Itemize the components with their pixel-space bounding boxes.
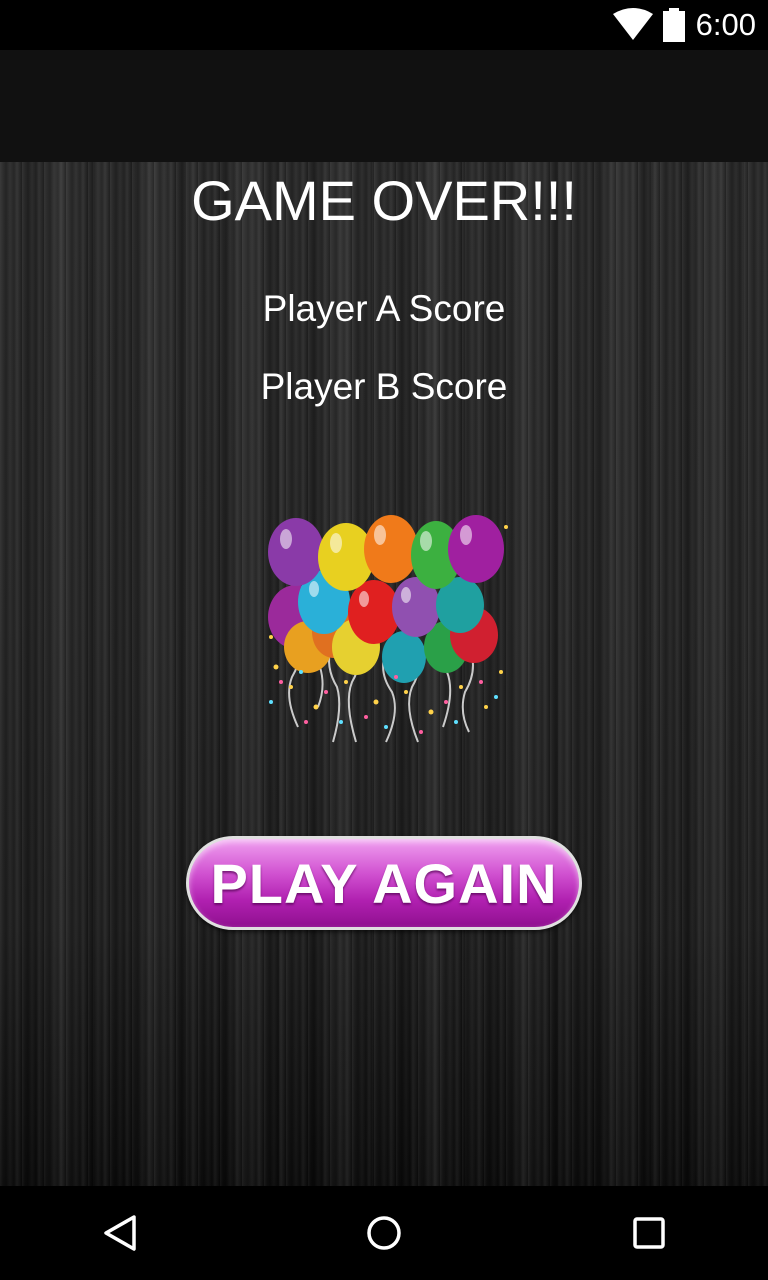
game-over-screen: GAME OVER!!! Player A Score Player B Sco… [0, 162, 768, 1186]
home-icon[interactable] [366, 1214, 402, 1252]
game-over-title: GAME OVER!!! [191, 169, 577, 232]
wifi-icon [613, 8, 653, 40]
status-time: 6:00 [695, 7, 756, 42]
play-again-label: PLAY AGAIN [210, 851, 558, 915]
battery-icon [663, 8, 685, 42]
back-icon[interactable] [102, 1214, 138, 1252]
player-b-score: Player B Score [260, 366, 508, 407]
navigation-bar [0, 1186, 768, 1280]
status-bar: 6:00 [0, 0, 768, 50]
recents-icon[interactable] [632, 1214, 668, 1252]
balloons-image [268, 515, 508, 743]
action-bar [0, 50, 768, 162]
player-a-score: Player A Score [262, 288, 506, 329]
play-again-button[interactable]: PLAY AGAIN [186, 836, 582, 930]
